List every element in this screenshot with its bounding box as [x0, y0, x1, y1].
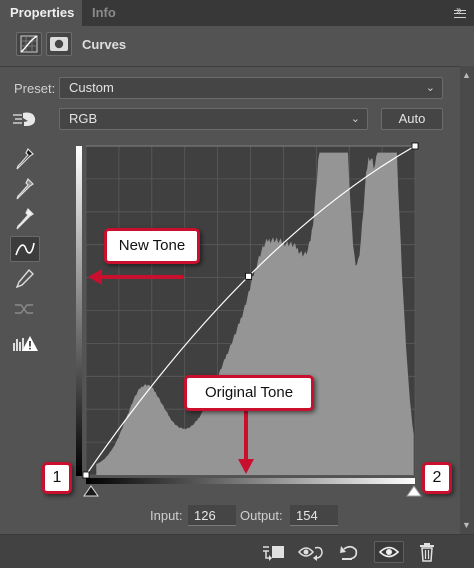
panel-menu-icon[interactable]: [454, 10, 466, 18]
input-gradient-bar: [86, 478, 415, 484]
view-previous-state-icon[interactable]: [296, 541, 326, 563]
tab-info[interactable]: Info: [82, 0, 126, 26]
output-label: Output:: [240, 508, 283, 523]
smooth-curve-icon: [10, 296, 40, 322]
input-field[interactable]: 126: [188, 505, 236, 526]
reset-icon[interactable]: [334, 541, 364, 563]
adjustment-title: Curves: [82, 37, 127, 52]
divider: [0, 66, 460, 67]
black-point-eyedropper-icon[interactable]: [10, 146, 40, 172]
curve-point-edit-icon[interactable]: [10, 236, 40, 262]
panel-scrollbar[interactable]: ▲ ▼: [460, 66, 474, 534]
marker-2-callout: 2: [422, 462, 452, 494]
curves-adjustment-icon[interactable]: [16, 32, 42, 56]
white-input-slider[interactable]: [406, 485, 422, 497]
panel-tab-bar: Properties Info ››: [0, 0, 474, 26]
output-gradient-bar: [76, 146, 82, 476]
black-point-handle[interactable]: [82, 471, 90, 479]
input-label: Input:: [150, 508, 183, 523]
original-tone-callout: Original Tone: [184, 375, 314, 411]
new-tone-callout: New Tone: [104, 228, 200, 264]
layer-mask-icon[interactable]: [46, 32, 72, 56]
channel-dropdown[interactable]: RGB ⌄: [59, 108, 368, 130]
scroll-down-icon[interactable]: ▼: [462, 520, 471, 530]
output-field[interactable]: 154: [290, 505, 338, 526]
white-point-handle[interactable]: [411, 142, 419, 150]
trash-icon[interactable]: [412, 541, 442, 563]
preset-label: Preset:: [14, 81, 56, 96]
white-point-eyedropper-icon[interactable]: [10, 206, 40, 232]
preset-value: Custom: [69, 80, 114, 95]
gray-point-eyedropper-icon[interactable]: [10, 176, 40, 202]
auto-button[interactable]: Auto: [381, 108, 443, 130]
scroll-up-icon[interactable]: ▲: [462, 70, 471, 80]
visibility-eye-icon[interactable]: [374, 541, 404, 563]
chevron-down-icon: ⌄: [350, 113, 360, 125]
clip-to-layer-icon[interactable]: [258, 541, 288, 563]
preset-dropdown[interactable]: Custom ⌄: [59, 77, 443, 99]
clipping-warning-icon[interactable]: [10, 330, 40, 356]
channel-value: RGB: [69, 111, 98, 126]
bottom-toolbar: [0, 534, 474, 568]
pencil-draw-icon[interactable]: [10, 266, 40, 292]
black-input-slider[interactable]: [83, 485, 99, 497]
chevron-down-icon: ⌄: [425, 82, 435, 94]
curve-control-point[interactable]: [245, 272, 252, 280]
tab-properties[interactable]: Properties: [0, 0, 82, 26]
curves-graph[interactable]: [72, 140, 432, 500]
on-image-adjust-icon[interactable]: [10, 106, 40, 132]
marker-1-callout: 1: [42, 462, 72, 494]
